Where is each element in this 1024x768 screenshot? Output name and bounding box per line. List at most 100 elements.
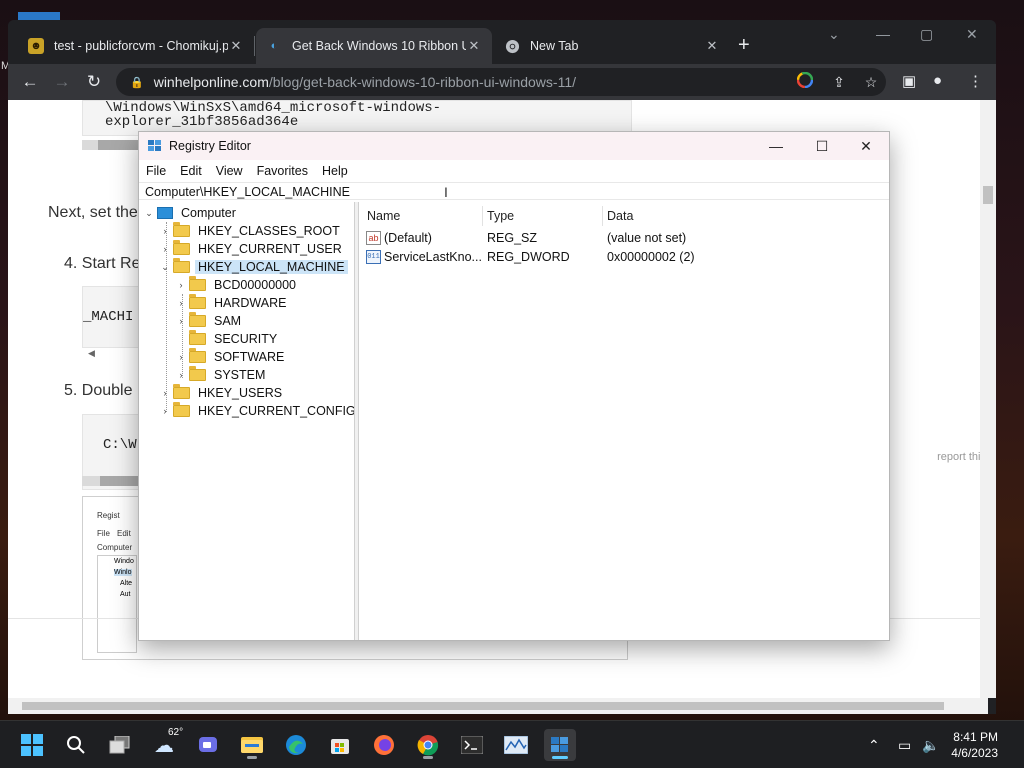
- tree-item-label: Computer: [181, 206, 236, 220]
- chevron-right-icon[interactable]: ›: [159, 244, 171, 254]
- maximize-icon[interactable]: ▢: [920, 26, 933, 43]
- show-hidden-icons-chevron-icon[interactable]: ⌃: [868, 737, 880, 754]
- tab-strip: ☻ test - publicforcvm - Chomikuj.pl ✕ ◐ …: [8, 20, 996, 64]
- folder-icon: [189, 330, 206, 345]
- menu-kebab-icon[interactable]: ⋮: [968, 72, 983, 90]
- value-type: REG_SZ: [487, 231, 538, 245]
- registry-address-bar[interactable]: Computer\HKEY_LOCAL_MACHINE I: [139, 182, 889, 200]
- value-data: (value not set): [607, 231, 687, 245]
- edge-browser-icon[interactable]: [280, 729, 312, 761]
- close-tab-icon[interactable]: ✕: [704, 38, 720, 54]
- tree-item-system[interactable]: › SYSTEM: [175, 366, 268, 384]
- back-arrow-icon[interactable]: ←: [18, 70, 42, 94]
- page-vertical-scrollbar[interactable]: [980, 100, 996, 698]
- folder-icon: [173, 384, 190, 399]
- share-icon[interactable]: ⇪: [828, 72, 850, 92]
- tree-item-computer[interactable]: ⌄ Computer: [143, 204, 239, 222]
- registry-editor-taskbar-icon[interactable]: [544, 729, 576, 761]
- chevron-down-icon[interactable]: ⌄: [159, 262, 171, 273]
- tree-item-bcd[interactable]: › BCD00000000: [175, 276, 299, 294]
- close-tab-icon[interactable]: ✕: [228, 38, 244, 54]
- forward-arrow-icon[interactable]: →: [50, 70, 74, 94]
- registry-address-text: Computer\HKEY_LOCAL_MACHINE: [145, 185, 350, 199]
- regedit-minimize-icon[interactable]: —: [753, 132, 799, 160]
- chevron-down-icon[interactable]: ⌄: [143, 208, 155, 219]
- value-row[interactable]: ab (Default) REG_SZ (value not set): [360, 229, 889, 249]
- menu-favorites[interactable]: Favorites: [257, 164, 308, 178]
- mini-tree-item: Winlo: [114, 569, 132, 576]
- tree-item-hkey-classes-root[interactable]: › HKEY_CLASSES_ROOT: [159, 222, 343, 240]
- page-horizontal-scrollbar[interactable]: [8, 698, 988, 714]
- tree-item-sam[interactable]: › SAM: [175, 312, 244, 330]
- column-separator[interactable]: [482, 206, 483, 226]
- file-explorer-icon[interactable]: [236, 729, 268, 761]
- column-header-data[interactable]: Data: [607, 209, 633, 223]
- scroll-left-arrow-icon[interactable]: ◀: [88, 348, 95, 359]
- menu-view[interactable]: View: [216, 164, 243, 178]
- terminal-icon[interactable]: [456, 729, 488, 761]
- registry-title-bar[interactable]: Registry Editor — ☐ ✕: [139, 132, 889, 160]
- tree-item-hkey-local-machine[interactable]: ⌄ HKEY_LOCAL_MACHINE: [159, 258, 348, 276]
- lock-icon: 🔒: [130, 76, 144, 89]
- menu-file[interactable]: File: [146, 164, 166, 178]
- address-bar[interactable]: 🔒 winhelponline.com/blog/get-back-window…: [116, 68, 886, 96]
- teams-chat-icon[interactable]: [192, 729, 224, 761]
- tree-item-security[interactable]: SECURITY: [175, 330, 280, 348]
- bookmark-star-icon[interactable]: ☆: [860, 72, 882, 92]
- tree-item-hkey-users[interactable]: › HKEY_USERS: [159, 384, 285, 402]
- reload-icon[interactable]: ↻: [82, 70, 106, 94]
- computer-icon: [157, 207, 173, 219]
- tab-new-tab[interactable]: New Tab ✕: [494, 28, 730, 64]
- folder-icon: [189, 294, 206, 309]
- pane-splitter[interactable]: [355, 202, 359, 640]
- close-window-icon[interactable]: ✕: [966, 26, 978, 43]
- registry-editor-icon: [147, 138, 163, 154]
- regedit-maximize-icon[interactable]: ☐: [799, 132, 845, 160]
- start-windows-icon[interactable]: [16, 729, 48, 761]
- minimize-icon[interactable]: —: [876, 26, 890, 42]
- tree-item-hardware[interactable]: › HARDWARE: [175, 294, 289, 312]
- chevron-right-icon[interactable]: ›: [175, 280, 187, 290]
- column-header-type[interactable]: Type: [487, 209, 514, 223]
- tab-chomikuj[interactable]: ☻ test - publicforcvm - Chomikuj.pl ✕: [18, 28, 254, 64]
- registry-menu-bar: File Edit View Favorites Help: [139, 160, 889, 182]
- tree-item-label: BCD00000000: [214, 278, 297, 292]
- chevron-right-icon[interactable]: ›: [159, 406, 171, 416]
- chevron-right-icon[interactable]: ›: [175, 370, 187, 380]
- system-clock[interactable]: 8:41 PM 4/6/2023: [951, 729, 998, 761]
- search-icon[interactable]: [60, 729, 92, 761]
- tree-item-label: SOFTWARE: [214, 350, 285, 364]
- regedit-close-icon[interactable]: ✕: [843, 132, 889, 160]
- chevron-right-icon[interactable]: ›: [175, 352, 187, 362]
- menu-help[interactable]: Help: [322, 164, 348, 178]
- tab-winhelponline[interactable]: ◐ Get Back Windows 10 Ribbon UI ✕: [256, 28, 492, 64]
- chrome-favicon-icon: [504, 38, 520, 54]
- report-link[interactable]: report this: [937, 451, 986, 463]
- new-tab-plus-icon[interactable]: +: [738, 34, 750, 57]
- microsoft-store-icon[interactable]: [324, 729, 356, 761]
- task-view-icon[interactable]: [104, 729, 136, 761]
- weather-icon[interactable]: ☁ 62°: [148, 727, 183, 761]
- side-panel-icon[interactable]: ▣: [902, 72, 916, 90]
- value-row[interactable]: 011 ServiceLastKno... REG_DWORD 0x000000…: [360, 248, 889, 268]
- column-separator[interactable]: [602, 206, 603, 226]
- network-icon[interactable]: ▭: [898, 737, 911, 754]
- column-header-name[interactable]: Name: [367, 209, 400, 223]
- volume-icon[interactable]: 🔈: [922, 737, 939, 754]
- tree-item-hkey-current-user[interactable]: › HKEY_CURRENT_USER: [159, 240, 345, 258]
- chevron-right-icon[interactable]: ›: [159, 226, 171, 236]
- chevron-right-icon[interactable]: ›: [175, 316, 187, 326]
- chrome-icon[interactable]: [412, 729, 444, 761]
- firefox-icon[interactable]: [368, 729, 400, 761]
- tree-item-software[interactable]: › SOFTWARE: [175, 348, 287, 366]
- google-lens-icon[interactable]: [794, 71, 816, 92]
- resource-monitor-icon[interactable]: [500, 729, 532, 761]
- tree-item-hkey-current-config[interactable]: › HKEY_CURRENT_CONFIG: [159, 402, 354, 420]
- value-name: ServiceLastKno...: [384, 250, 482, 264]
- chevron-right-icon[interactable]: ›: [159, 388, 171, 398]
- tab-search-chevron-icon[interactable]: ⌄: [828, 26, 840, 43]
- close-tab-icon[interactable]: ✕: [466, 38, 482, 54]
- profile-icon[interactable]: ●: [933, 72, 942, 89]
- menu-edit[interactable]: Edit: [180, 164, 202, 178]
- chevron-right-icon[interactable]: ›: [175, 298, 187, 308]
